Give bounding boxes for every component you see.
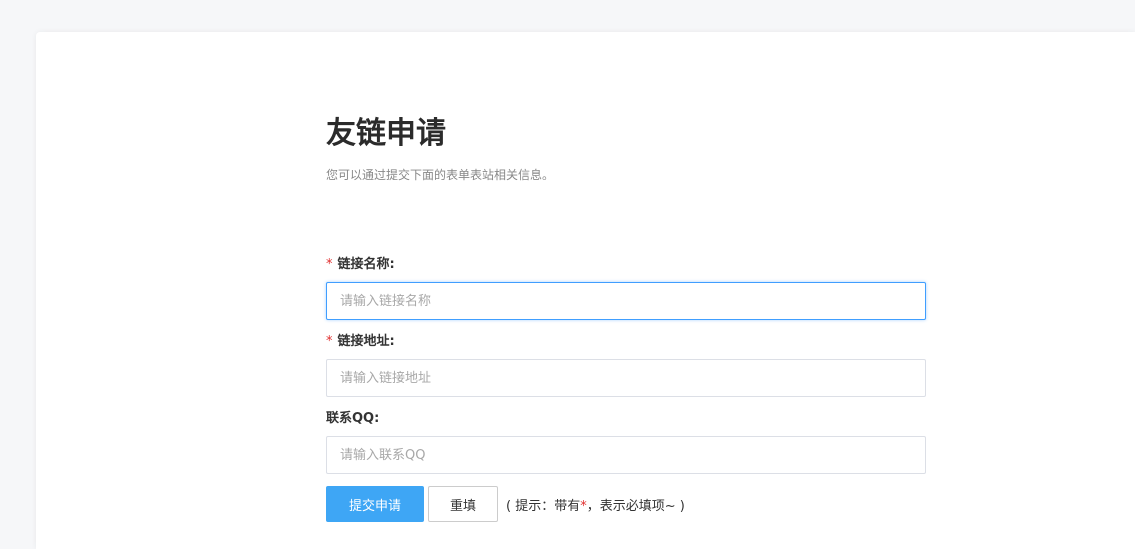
required-mark: * [326, 334, 333, 349]
link-name-field: * 链接名称: [326, 256, 926, 320]
form-actions: 提交申请 重填 ( 提示：带有*，表示必填项~ ) [326, 486, 685, 522]
required-mark: * [326, 257, 333, 272]
hint-after-text: ，表示必填项~ ) [586, 498, 685, 514]
link-name-input[interactable] [326, 282, 926, 320]
required-hint: ( 提示：带有*，表示必填项~ ) [506, 495, 685, 514]
link-name-label-text: 链接名称: [337, 257, 395, 272]
link-url-input[interactable] [326, 359, 926, 397]
page-title: 友链申请 [326, 116, 446, 151]
contact-qq-input[interactable] [326, 436, 926, 474]
page-subtitle: 您可以通过提交下面的表单表站相关信息。 [326, 168, 555, 182]
link-url-field: * 链接地址: [326, 333, 926, 397]
submit-button[interactable]: 提交申请 [326, 486, 424, 522]
reset-button[interactable]: 重填 [428, 486, 498, 522]
link-url-label: * 链接地址: [326, 333, 926, 351]
form-card: 友链申请 您可以通过提交下面的表单表站相关信息。 * 链接名称: * 链接地址: 联… [36, 32, 1135, 549]
contact-qq-label: 联系QQ: [326, 411, 380, 426]
friend-link-form: 友链申请 您可以通过提交下面的表单表站相关信息。 * 链接名称: * 链接地址: 联… [326, 112, 926, 522]
hint-before-text: ( 提示：带有 [506, 498, 581, 514]
link-url-label-text: 链接地址: [337, 334, 395, 349]
contact-qq-field: 联系QQ: [326, 410, 926, 474]
link-name-label: * 链接名称: [326, 256, 926, 274]
